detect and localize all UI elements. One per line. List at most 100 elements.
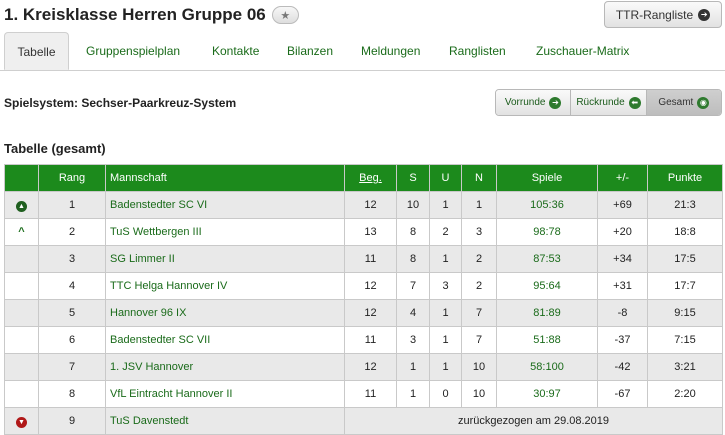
s-cell: 8 [396,245,430,273]
beg-cell: 11 [344,380,397,408]
n-cell: 2 [461,272,497,300]
table-row: 8 VfL Eintracht Hannover II 11 1 0 10 30:97 -67… [4,380,723,408]
trend-cell: ▲ [4,191,39,219]
ttr-rangliste-button[interactable]: TTR-Rangliste ➔ [604,1,722,28]
diff-cell: -8 [597,299,648,327]
trend-cell [4,245,39,273]
s-cell: 7 [396,272,430,300]
team-link[interactable]: TTC Helga Hannover IV [105,272,345,300]
team-link[interactable]: Hannover 96 IX [105,299,345,327]
punkte-cell: 9:15 [647,299,723,327]
trend-up-icon: ^ [18,226,25,238]
trend-cell [4,272,39,300]
arrow-right-circle-icon: ➔ [698,8,711,21]
arrow-left-circle-icon: ⬅ [628,96,641,109]
u-cell: 1 [429,299,462,327]
table-row-withdrawn: ▼ 9 TuS Davenstedt zurückgezogen am 29.08.2… [4,407,723,435]
spiele-link[interactable]: 95:64 [496,272,598,300]
u-cell: 1 [429,353,462,381]
header-beg[interactable]: Beg. [344,164,397,192]
beg-cell: 12 [344,353,397,381]
standings-table: Rang Mannschaft Beg. S U N Spiele +/- Pu… [4,164,723,435]
table-row: ^ 2 TuS Wettbergen III 13 8 2 3 98:78 +20 18:8 [4,218,723,246]
punkte-cell: 18:8 [647,218,723,246]
tab-meldungen[interactable]: Meldungen [361,32,420,70]
spiele-link[interactable]: 30:97 [496,380,598,408]
trend-up-circle-icon: ▲ [16,200,27,212]
spiele-link[interactable]: 81:89 [496,299,598,327]
trend-cell [4,326,39,354]
diff-cell: +20 [597,218,648,246]
spiele-link[interactable]: 58:100 [496,353,598,381]
diff-cell: +34 [597,245,648,273]
diff-cell: -67 [597,380,648,408]
header-u: U [429,164,462,192]
star-icon[interactable]: ★ [271,6,299,24]
spiele-link[interactable]: 98:78 [496,218,598,246]
spiele-link[interactable]: 51:88 [496,326,598,354]
rang-cell: 6 [38,326,106,354]
trend-cell: ▼ [4,407,39,435]
diff-cell: -42 [597,353,648,381]
tab-tabelle[interactable]: Tabelle [4,32,69,70]
gesamt-button[interactable]: Gesamt ◉ [646,90,721,115]
tab-ranglisten[interactable]: Ranglisten [449,32,506,70]
n-cell: 10 [461,353,497,381]
tab-gruppenspielplan[interactable]: Gruppenspielplan [86,32,180,70]
rang-cell: 1 [38,191,106,219]
table-row: 4 TTC Helga Hannover IV 12 7 3 2 95:64 +31 17:7 [4,272,723,300]
spiele-link[interactable]: 87:53 [496,245,598,273]
n-cell: 2 [461,245,497,273]
arrow-right-circle-icon: ➔ [549,96,562,109]
u-cell: 1 [429,191,462,219]
vorrunde-button[interactable]: Vorrunde ➔ [496,90,572,115]
withdrawn-note: zurückgezogen am 29.08.2019 [344,407,723,435]
diff-cell: -37 [597,326,648,354]
title-row: 1. Kreisklasse Herren Gruppe 06 ★ [4,4,299,26]
rang-cell: 2 [38,218,106,246]
rang-cell: 5 [38,299,106,327]
team-link[interactable]: VfL Eintracht Hannover II [105,380,345,408]
punkte-cell: 2:20 [647,380,723,408]
header-s: S [396,164,430,192]
punkte-cell: 7:15 [647,326,723,354]
rang-cell: 3 [38,245,106,273]
table-header-row: Rang Mannschaft Beg. S U N Spiele +/- Pu… [4,164,723,192]
page-title: 1. Kreisklasse Herren Gruppe 06 [4,5,266,24]
gesamt-label: Gesamt [658,97,694,108]
rueckrunde-button[interactable]: Rückrunde ⬅ [571,90,647,115]
team-link[interactable]: TuS Wettbergen III [105,218,345,246]
rang-cell: 7 [38,353,106,381]
tab-kontakte[interactable]: Kontakte [212,32,259,70]
trend-cell [4,299,39,327]
team-link[interactable]: 1. JSV Hannover [105,353,345,381]
punkte-cell: 21:3 [647,191,723,219]
s-cell: 4 [396,299,430,327]
punkte-cell: 17:7 [647,272,723,300]
diff-cell: +69 [597,191,648,219]
trend-cell [4,380,39,408]
team-link[interactable]: SG Limmer II [105,245,345,273]
u-cell: 1 [429,326,462,354]
team-link[interactable]: Badenstedter SC VII [105,326,345,354]
u-cell: 1 [429,245,462,273]
rang-cell: 8 [38,380,106,408]
team-link[interactable]: Badenstedter SC VI [105,191,345,219]
table-row: ▲ 1 Badenstedter SC VI 12 10 1 1 105:36 +69 21:3 [4,191,723,219]
beg-cell: 12 [344,299,397,327]
ttr-rangliste-label: TTR-Rangliste [615,7,694,22]
trend-cell [4,353,39,381]
section-title: Tabelle (gesamt) [4,141,106,156]
spielsystem-label: Spielsystem: Sechser-Paarkreuz-System [4,96,237,110]
tab-zuschauer-matrix[interactable]: Zuschauer-Matrix [536,32,629,70]
u-cell: 3 [429,272,462,300]
table-row: 6 Badenstedter SC VII 11 3 1 7 51:88 -37 7:15 [4,326,723,354]
rang-cell: 4 [38,272,106,300]
spiele-link[interactable]: 105:36 [496,191,598,219]
tab-bilanzen[interactable]: Bilanzen [287,32,333,70]
round-filter: Vorrunde ➔ Rückrunde ⬅ Gesamt ◉ [495,89,722,116]
n-cell: 7 [461,326,497,354]
selected-dot-icon: ◉ [697,96,710,109]
beg-cell: 12 [344,191,397,219]
team-link[interactable]: TuS Davenstedt [105,407,345,435]
